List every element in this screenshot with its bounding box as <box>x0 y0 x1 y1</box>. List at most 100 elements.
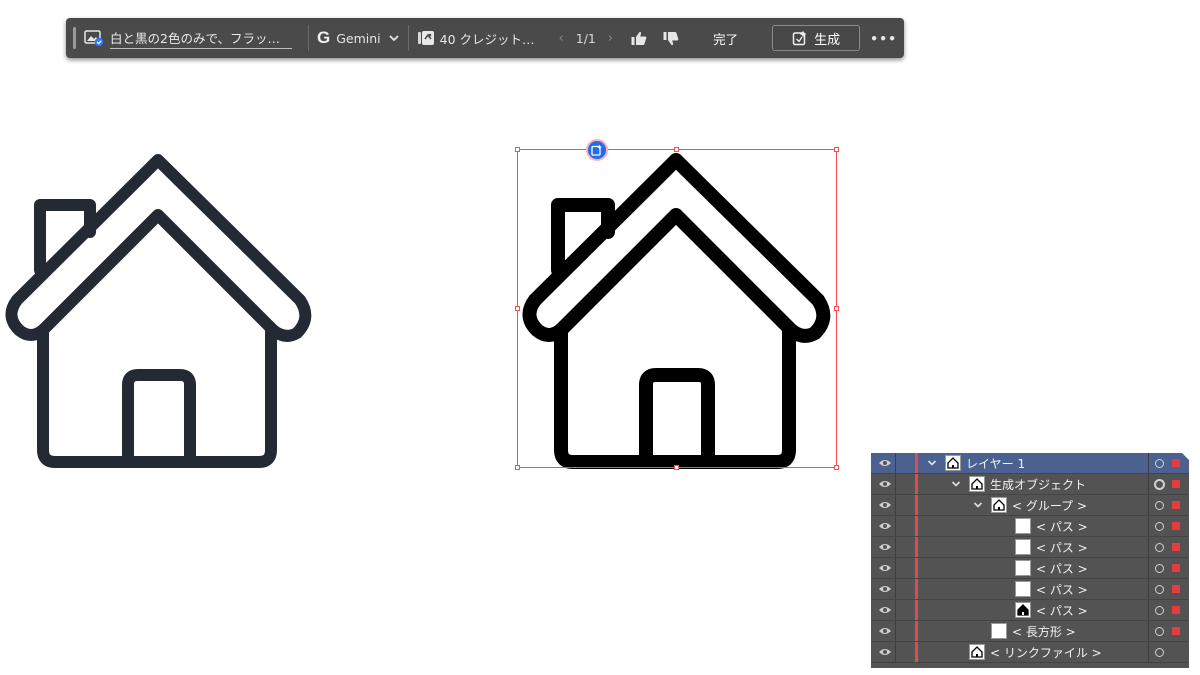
lock-column[interactable] <box>895 453 896 473</box>
visibility-eye-icon[interactable] <box>878 542 892 552</box>
target-circle-icon[interactable] <box>1155 627 1164 636</box>
expand-chevron-icon[interactable] <box>951 479 961 489</box>
sublayer-row[interactable]: < パス > <box>871 537 1189 558</box>
selection-indicator[interactable] <box>1172 543 1180 551</box>
visibility-eye-icon[interactable] <box>878 647 892 657</box>
sublayer-row[interactable]: < グループ > <box>871 495 1189 516</box>
selection-indicator[interactable] <box>1172 606 1180 614</box>
target-circle-icon[interactable] <box>1155 459 1164 468</box>
resize-handle-middle-right[interactable] <box>834 306 839 311</box>
target-column-divider <box>1148 600 1149 620</box>
layer-name: レイヤー 1 <box>966 457 1026 471</box>
target-circle-icon[interactable] <box>1155 564 1164 573</box>
target-circle-icon[interactable] <box>1155 606 1164 615</box>
lock-column[interactable] <box>895 600 896 620</box>
resize-handle-bottom-right[interactable] <box>834 465 839 470</box>
lock-column[interactable] <box>895 579 896 599</box>
layer-thumbnail <box>1015 539 1031 555</box>
layer-color-bar <box>915 579 918 599</box>
selection-indicator[interactable] <box>1172 522 1180 530</box>
layers-panel: レイヤー 1 生成オブジェクト < グループ > < パス > < パス > < パス >… <box>871 453 1189 668</box>
visibility-eye-icon[interactable] <box>878 584 892 594</box>
target-column-divider <box>1148 453 1149 473</box>
sublayer-row[interactable]: < パス > <box>871 516 1189 537</box>
resize-handle-top-right[interactable] <box>834 147 839 152</box>
house-artwork-generated[interactable] <box>518 150 838 475</box>
target-circle-icon[interactable] <box>1154 479 1165 490</box>
sublayer-row[interactable]: < リンクファイル > <box>871 642 1189 663</box>
layer-name: < パス > <box>1036 541 1088 555</box>
visibility-eye-icon[interactable] <box>878 500 892 510</box>
sublayer-row[interactable]: < 長方形 > <box>871 621 1189 642</box>
visibility-eye-icon[interactable] <box>878 458 892 468</box>
visibility-eye-icon[interactable] <box>878 479 892 489</box>
visibility-eye-icon[interactable] <box>878 563 892 573</box>
lock-column[interactable] <box>895 558 896 578</box>
variation-count: 1/1 <box>575 30 596 46</box>
lock-column[interactable] <box>895 495 896 515</box>
layer-name: < 長方形 > <box>1012 625 1076 639</box>
contextual-task-bar: 白と黒の2色のみで、フラッ… G Gemini 40 クレジット… ‹ 1/1 … <box>66 18 904 58</box>
sublayer-row[interactable]: < パス > <box>871 600 1189 621</box>
layer-color-bar <box>915 474 918 494</box>
next-variation-button[interactable]: › <box>602 31 619 46</box>
sublayer-row[interactable]: < パス > <box>871 579 1189 600</box>
layer-thumbnail <box>1015 560 1031 576</box>
selection-indicator[interactable] <box>1172 564 1180 572</box>
thumbs-down-icon[interactable] <box>663 31 679 46</box>
generative-object-badge[interactable] <box>586 139 608 161</box>
generate-icon <box>792 30 807 46</box>
more-options-button[interactable]: ••• <box>870 31 897 46</box>
selection-indicator[interactable] <box>1172 585 1180 593</box>
target-circle-icon[interactable] <box>1155 585 1164 594</box>
selection-indicator[interactable] <box>1172 480 1180 488</box>
generate-button[interactable]: 生成 <box>772 25 861 51</box>
target-circle-icon[interactable] <box>1155 501 1164 510</box>
layer-thumbnail <box>1015 518 1031 534</box>
prompt-field[interactable]: 白と黒の2色のみで、フラッ… <box>84 28 300 49</box>
sublayer-row[interactable]: 生成オブジェクト <box>871 474 1189 495</box>
divider <box>308 25 309 51</box>
house-artwork-original[interactable] <box>0 150 320 475</box>
lock-column[interactable] <box>895 642 896 662</box>
prompt-text: 白と黒の2色のみで、フラッ… <box>110 28 292 49</box>
expand-chevron-icon[interactable] <box>973 500 983 510</box>
target-circle-icon[interactable] <box>1155 522 1164 531</box>
visibility-eye-icon[interactable] <box>878 605 892 615</box>
done-button[interactable]: 完了 <box>713 29 738 48</box>
drag-handle[interactable] <box>73 27 76 49</box>
visibility-eye-icon[interactable] <box>878 626 892 636</box>
lock-column[interactable] <box>895 516 896 536</box>
layer-thumbnail <box>945 455 961 471</box>
roof <box>522 153 831 343</box>
lock-column[interactable] <box>895 621 896 641</box>
resize-handle-bottom-left[interactable] <box>515 465 520 470</box>
credits-indicator[interactable]: 40 クレジット… <box>417 29 535 48</box>
resize-handle-bottom-center[interactable] <box>674 465 679 470</box>
layer-color-bar <box>915 642 918 662</box>
model-selector[interactable]: G Gemini <box>317 28 400 48</box>
resize-handle-middle-left[interactable] <box>515 306 520 311</box>
layer-name: < リンクファイル > <box>990 646 1102 660</box>
resize-handle-top-center[interactable] <box>674 147 679 152</box>
target-circle-icon[interactable] <box>1155 543 1164 552</box>
lock-column[interactable] <box>895 537 896 557</box>
target-circle-icon[interactable] <box>1155 648 1164 657</box>
visibility-eye-icon[interactable] <box>878 521 892 531</box>
target-column-divider <box>1148 474 1149 494</box>
thumbs-up-icon[interactable] <box>631 31 647 46</box>
chevron-down-icon <box>389 35 399 42</box>
selection-indicator[interactable] <box>1172 501 1180 509</box>
resize-handle-top-left[interactable] <box>515 147 520 152</box>
layer-thumbnail <box>991 497 1007 513</box>
layer-row[interactable]: レイヤー 1 <box>871 453 1189 474</box>
lock-column[interactable] <box>895 474 896 494</box>
layer-color-bar <box>915 621 918 641</box>
credits-icon <box>417 31 434 45</box>
selection-indicator[interactable] <box>1172 459 1180 467</box>
expand-chevron-icon[interactable] <box>927 458 937 468</box>
sublayer-row[interactable]: < パス > <box>871 558 1189 579</box>
previous-variation-button[interactable]: ‹ <box>553 31 570 46</box>
selection-indicator[interactable] <box>1172 627 1180 635</box>
target-column-divider <box>1148 579 1149 599</box>
